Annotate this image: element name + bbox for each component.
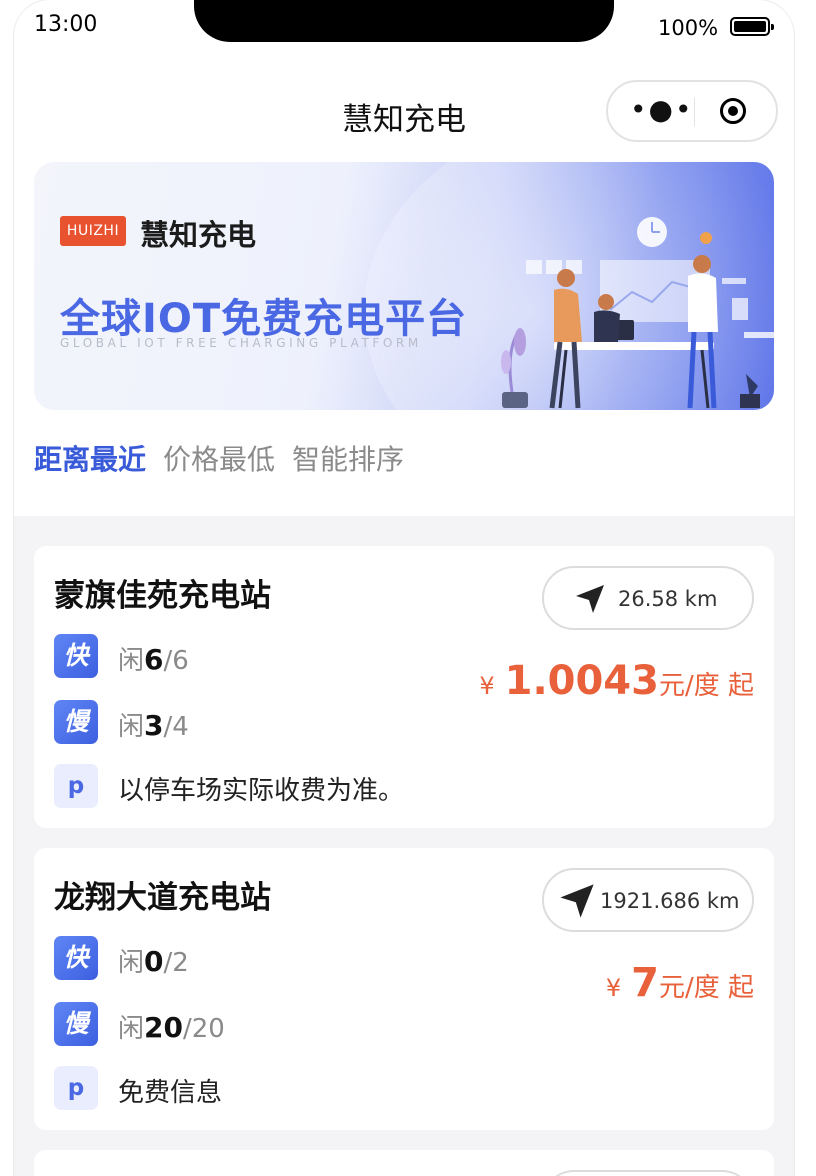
fast-availability: 闲6/6 [118,640,189,677]
price-value: 1.0043 [504,658,659,704]
office-illustration-icon [501,217,774,409]
station-card[interactable]: 龙翔大道充电站 1921.686 km 快 闲0/2 慢 闲20/20 p 免费… [34,848,774,1130]
price-label: ¥1.0043元/度 起 [479,658,754,704]
slow-charge-tag: 慢 [54,1002,98,1046]
station-name: 蒙旗佳苑充电站 [54,578,271,614]
station-card[interactable]: 蒙旗佳苑充电站 26.58 km 快 闲6/6 慢 闲3/4 p 以停车场实际收… [34,546,774,828]
battery-icon [730,17,774,36]
slow-free-count: 3 [144,709,164,742]
header-area: 13:00 100% 慧知充电 •●• HUIZHI 慧知充电 全球IOT免费充… [14,0,794,516]
sort-tab-smart[interactable]: 智能排序 [292,438,404,478]
phone-screen: 13:00 100% 慧知充电 •●• HUIZHI 慧知充电 全球IOT免费充… [14,0,794,1176]
fast-charge-tag: 快 [54,634,98,678]
price-unit: 元/度 起 [658,671,754,701]
battery-percent: 100% [658,16,719,40]
navigation-arrow-icon [560,884,594,918]
fast-total: /2 [163,948,189,978]
slow-free-count: 20 [144,1011,183,1044]
sort-tab-nearest[interactable]: 距离最近 [34,438,146,478]
fast-charge-tag: 快 [54,936,98,980]
slow-charge-tag: 慢 [54,700,98,744]
sort-tab-cheapest[interactable]: 价格最低 [163,438,275,478]
currency-symbol: ¥ [479,672,495,700]
close-target-icon[interactable] [720,98,746,124]
distance-button[interactable]: 26.58 km [542,566,754,630]
parking-note: 免费信息 [118,1078,223,1108]
idle-prefix: 闲 [118,1014,145,1044]
station-name: 龙翔大道充电站 [54,880,271,916]
fast-free-count: 6 [144,643,164,676]
fast-free-count: 0 [144,945,164,978]
idle-prefix: 闲 [118,646,145,676]
parking-tag: p [54,1066,98,1110]
price-value: 7 [631,960,659,1006]
slow-availability: 闲20/20 [118,1008,225,1045]
slow-total: /4 [163,712,189,742]
navigation-arrow-icon [576,585,604,613]
distance-text: 26.58 km [618,587,718,611]
status-time: 13:00 [34,12,98,37]
distance-button[interactable] [542,1170,754,1176]
price-unit: 元/度 起 [658,973,754,1003]
promo-banner[interactable]: HUIZHI 慧知充电 全球IOT免费充电平台 GLOBAL IOT FREE … [34,162,774,410]
fast-total: /6 [163,646,189,676]
distance-button[interactable]: 1921.686 km [542,868,754,932]
capsule-divider [694,98,695,126]
slow-total: /20 [182,1014,225,1044]
parking-note: 以停车场实际收费为准。 [118,776,405,806]
parking-tag: p [54,764,98,808]
fast-availability: 闲0/2 [118,942,189,979]
brand-logo-badge: HUIZHI [60,216,126,246]
notch [194,0,614,42]
idle-prefix: 闲 [118,948,145,978]
distance-text: 1921.686 km [600,889,740,913]
banner-slogan-en: GLOBAL IOT FREE CHARGING PLATFORM [60,336,422,350]
idle-prefix: 闲 [118,712,145,742]
more-icon[interactable]: •●• [630,96,693,124]
brand-name: 慧知充电 [140,218,257,252]
slow-availability: 闲3/4 [118,706,189,743]
mini-program-capsule: •●• [606,80,778,142]
station-card[interactable] [34,1150,774,1176]
currency-symbol: ¥ [605,974,622,1002]
price-label: ¥7元/度 起 [606,960,754,1006]
